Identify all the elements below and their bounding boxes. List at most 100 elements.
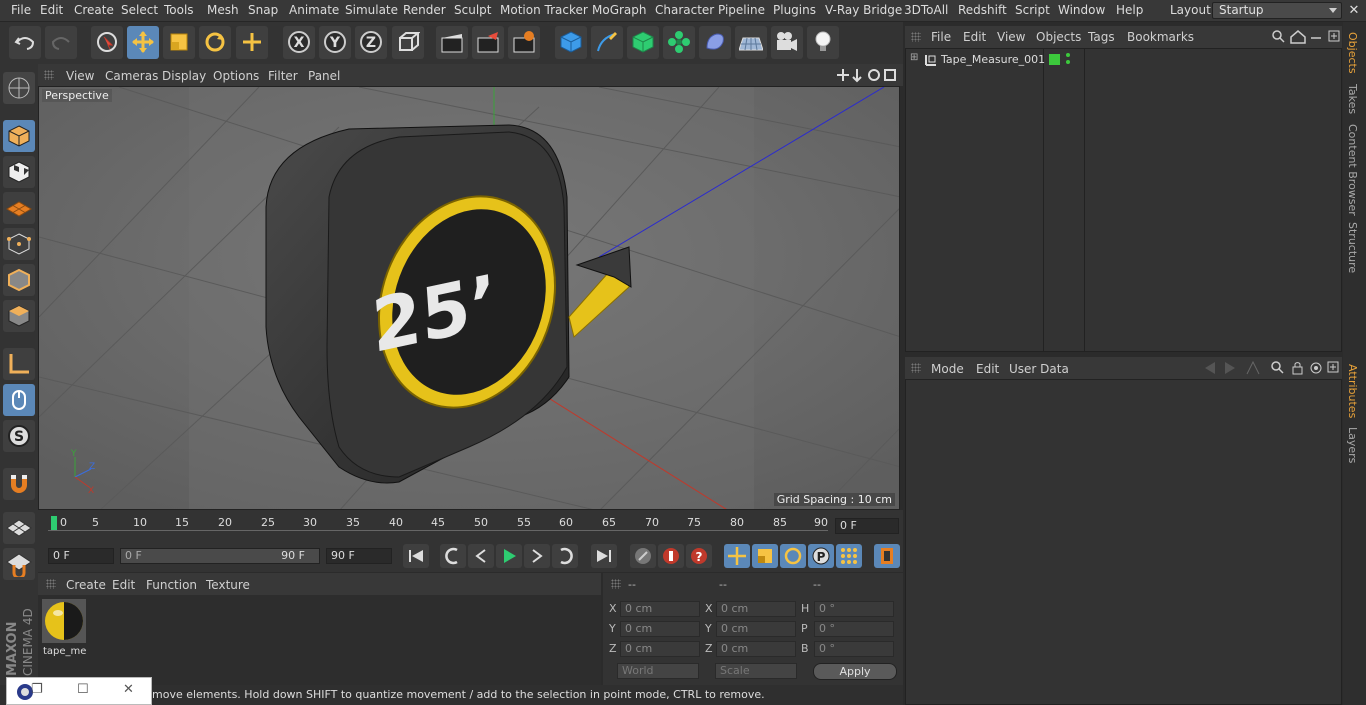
key-position-button[interactable] bbox=[724, 544, 750, 568]
om-menu-tags[interactable]: Tags bbox=[1088, 30, 1115, 44]
end-frame-field[interactable]: 90 F bbox=[326, 548, 392, 564]
minimized-window-bar[interactable]: ❐ ☐ ✕ bbox=[6, 677, 152, 705]
go-to-end-button[interactable] bbox=[591, 544, 617, 568]
light-button[interactable] bbox=[807, 26, 839, 59]
menu-tools[interactable]: Tools bbox=[164, 3, 194, 17]
z-axis-lock-button[interactable]: Z bbox=[355, 26, 387, 59]
object-name[interactable]: Tape_Measure_001 bbox=[941, 53, 1045, 66]
menu-motion-tracker[interactable]: Motion Tracker bbox=[500, 3, 588, 17]
perspective-viewport[interactable]: 25’ Y Z X Perspective Grid Spacing : 10 … bbox=[38, 86, 900, 510]
menu-snap[interactable]: Snap bbox=[248, 3, 278, 17]
size-x-field[interactable]: 0 cm bbox=[716, 601, 796, 617]
size-mode-dropdown[interactable]: Scale bbox=[715, 663, 797, 679]
pen-spline-button[interactable] bbox=[591, 26, 623, 59]
frame-range-slider[interactable]: 0 F 90 F bbox=[120, 548, 320, 564]
layer-color-swatch[interactable] bbox=[1049, 54, 1060, 65]
autokey-button[interactable] bbox=[658, 544, 684, 568]
polygons-mode-button[interactable] bbox=[3, 300, 35, 332]
menu-character[interactable]: Character bbox=[655, 3, 714, 17]
position-z-field[interactable]: 0 cm bbox=[620, 641, 700, 657]
rotation-h-field[interactable]: 0 ° bbox=[814, 601, 894, 617]
apply-button[interactable]: Apply bbox=[813, 663, 897, 680]
viewport-menu-panel[interactable]: Panel bbox=[308, 69, 340, 83]
material-menu-edit[interactable]: Edit bbox=[112, 578, 135, 592]
make-editable-button[interactable] bbox=[3, 72, 35, 104]
menu-window[interactable]: Window bbox=[1058, 3, 1105, 17]
start-frame-field[interactable]: 0 F bbox=[48, 548, 114, 564]
menu-simulate[interactable]: Simulate bbox=[345, 3, 398, 17]
rotation-p-field[interactable]: 0 ° bbox=[814, 621, 894, 637]
edges-mode-button[interactable] bbox=[3, 264, 35, 296]
timeline-window-button[interactable] bbox=[874, 544, 900, 568]
redo-button[interactable] bbox=[45, 26, 77, 59]
tweak-mode-button[interactable] bbox=[3, 384, 35, 416]
keyframe-selection-button[interactable]: ? bbox=[686, 544, 712, 568]
menu-pipeline[interactable]: Pipeline bbox=[718, 3, 765, 17]
om-header-icons[interactable] bbox=[1271, 29, 1341, 45]
menu-3dtoall[interactable]: 3DToAll bbox=[904, 3, 948, 17]
timeline-ruler[interactable]: 0 5 10 15 20 25 30 35 40 45 50 55 60 65 … bbox=[38, 510, 903, 540]
previous-frame-button[interactable] bbox=[468, 544, 494, 568]
go-to-start-button[interactable] bbox=[403, 544, 429, 568]
live-selection-button[interactable] bbox=[91, 26, 123, 59]
menu-select[interactable]: Select bbox=[121, 3, 158, 17]
viewport-navigation-icons[interactable] bbox=[836, 68, 898, 83]
rotation-b-field[interactable]: 0 ° bbox=[814, 641, 894, 657]
om-menu-file[interactable]: File bbox=[931, 30, 951, 44]
viewport-menu-options[interactable]: Options bbox=[213, 69, 259, 83]
recent-tool-button[interactable] bbox=[236, 26, 268, 59]
key-rotation-button[interactable] bbox=[780, 544, 806, 568]
tab-takes[interactable]: Takes bbox=[1346, 84, 1359, 114]
menu-render[interactable]: Render bbox=[403, 3, 446, 17]
render-view-button[interactable] bbox=[436, 26, 468, 59]
cloner-button[interactable] bbox=[663, 26, 695, 59]
menu-sculpt[interactable]: Sculpt bbox=[454, 3, 491, 17]
viewport-menu-cameras[interactable]: Cameras bbox=[105, 69, 158, 83]
scale-tool-button[interactable] bbox=[163, 26, 195, 59]
cube-object-button[interactable] bbox=[555, 26, 587, 59]
menu-script[interactable]: Script bbox=[1015, 3, 1050, 17]
rotate-tool-button[interactable] bbox=[199, 26, 231, 59]
editor-visibility-dot[interactable] bbox=[1066, 53, 1070, 57]
viewport-menu-display[interactable]: Display bbox=[162, 69, 206, 83]
menu-help[interactable]: Help bbox=[1116, 3, 1143, 17]
next-keyframe-button[interactable] bbox=[552, 544, 578, 568]
tab-layers[interactable]: Layers bbox=[1346, 427, 1359, 463]
render-to-picture-viewer-button[interactable] bbox=[472, 26, 504, 59]
points-mode-button[interactable] bbox=[3, 228, 35, 260]
tab-attributes[interactable]: Attributes bbox=[1346, 364, 1359, 418]
attr-menu-mode[interactable]: Mode bbox=[931, 362, 964, 376]
tab-objects[interactable]: Objects bbox=[1346, 32, 1359, 74]
undo-button[interactable] bbox=[9, 26, 41, 59]
material-menu-function[interactable]: Function bbox=[146, 578, 197, 592]
om-menu-objects[interactable]: Objects bbox=[1036, 30, 1081, 44]
material-item[interactable]: tape_me bbox=[42, 599, 86, 659]
size-z-field[interactable]: 0 cm bbox=[716, 641, 796, 657]
previous-keyframe-button[interactable] bbox=[440, 544, 466, 568]
material-menu-create[interactable]: Create bbox=[66, 578, 106, 592]
om-menu-bookmarks[interactable]: Bookmarks bbox=[1127, 30, 1194, 44]
material-menu-texture[interactable]: Texture bbox=[206, 578, 250, 592]
y-axis-lock-button[interactable]: Y bbox=[319, 26, 351, 59]
menu-animate[interactable]: Animate bbox=[289, 3, 339, 17]
menu-mesh[interactable]: Mesh bbox=[207, 3, 239, 17]
position-x-field[interactable]: 0 cm bbox=[620, 601, 700, 617]
texture-mode-button[interactable] bbox=[3, 156, 35, 188]
menu-create[interactable]: Create bbox=[74, 3, 114, 17]
render-settings-button[interactable] bbox=[508, 26, 540, 59]
render-visibility-dot[interactable] bbox=[1066, 60, 1070, 64]
key-scale-button[interactable] bbox=[752, 544, 778, 568]
position-y-field[interactable]: 0 cm bbox=[620, 621, 700, 637]
move-tool-button[interactable] bbox=[127, 26, 159, 59]
floor-button[interactable] bbox=[735, 26, 767, 59]
grid-lock-button[interactable] bbox=[3, 512, 35, 544]
coordinate-space-dropdown[interactable]: World bbox=[617, 663, 699, 679]
menu-plugins[interactable]: Plugins bbox=[773, 3, 816, 17]
axis-mode-button[interactable] bbox=[3, 348, 35, 380]
menu-redshift[interactable]: Redshift bbox=[958, 3, 1007, 17]
size-y-field[interactable]: 0 cm bbox=[716, 621, 796, 637]
attr-header-icons[interactable] bbox=[1201, 360, 1341, 376]
expand-icon[interactable]: ⊞ bbox=[910, 52, 918, 63]
x-axis-lock-button[interactable]: X bbox=[283, 26, 315, 59]
close-window-icon[interactable]: ✕ bbox=[1345, 2, 1363, 20]
